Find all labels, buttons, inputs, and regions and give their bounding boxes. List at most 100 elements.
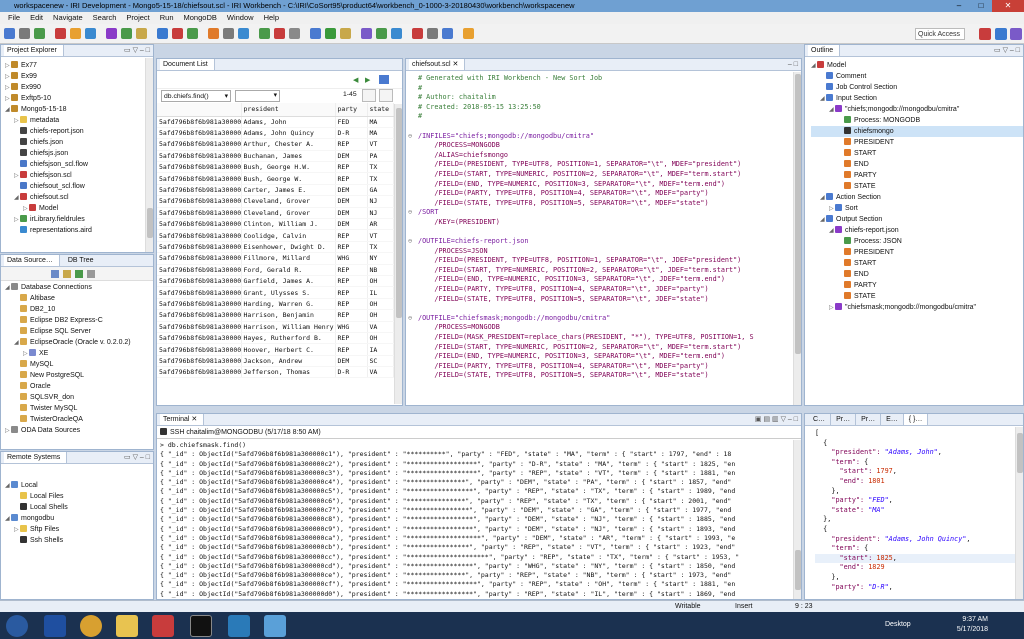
toolbar-button-icon[interactable]: [361, 28, 372, 39]
project-item[interactable]: ◢ Mongo5-15-18: [5, 104, 153, 115]
table-row[interactable]: 5afd796b8f6b981a3000011 Harding, Warren G…: [157, 298, 394, 311]
tab-data-source[interactable]: Data Source…: [4, 255, 60, 266]
outline-item[interactable]: PARTY: [811, 170, 1023, 181]
datasource-item[interactable]: Twister MySQL: [5, 403, 153, 414]
table-row[interactable]: 5afd796b8f6b981a3000014 Hayes, Rutherford…: [157, 332, 394, 345]
project-item[interactable]: ◢ chiefsout.scl: [5, 192, 153, 203]
datasource-item[interactable]: DB2_10: [5, 304, 153, 315]
toolbar-button-icon[interactable]: [106, 28, 117, 39]
table-row[interactable]: 5afd796b8f6b981a3000002 Adams, John Quinc…: [157, 127, 394, 140]
datasource-item[interactable]: MySQL: [5, 359, 153, 370]
chrome-icon[interactable]: [80, 615, 102, 637]
toolbar-button-icon[interactable]: [187, 28, 198, 39]
outline-item[interactable]: Process: MONGODB: [811, 115, 1023, 126]
table-row[interactable]: 5afd796b8f6b981a300000b Coolidge, Calvin R…: [157, 229, 394, 242]
tab-remote-systems[interactable]: Remote Systems: [4, 452, 68, 463]
project-item[interactable]: chiefsout_scl.flow: [5, 181, 153, 192]
outline-item[interactable]: ◢ chiefs-report.json: [811, 225, 1023, 236]
json-viewer[interactable]: [ { "president": "Adams, John", "term": …: [805, 426, 1023, 592]
outline-item[interactable]: ◢ Output Section: [811, 214, 1023, 225]
toolbar-button-icon[interactable]: [4, 28, 15, 39]
column-header-party[interactable]: party: [335, 103, 368, 117]
menu-search[interactable]: Search: [88, 12, 122, 24]
table-row[interactable]: 5afd796b8f6b981a300000e Ford, Gerald R. RE…: [157, 264, 394, 276]
start-button[interactable]: [6, 615, 28, 637]
toolbar-button-icon[interactable]: [136, 28, 147, 39]
view-controls[interactable]: ▭ ▽ – □: [994, 45, 1020, 56]
project-item[interactable]: ▷ Ex99: [5, 71, 153, 82]
prev-page-icon[interactable]: ◀: [353, 76, 358, 84]
table-row[interactable]: 5afd796b8f6b981a3000006 Bush, George W. RE…: [157, 172, 394, 185]
toolbar-button-icon[interactable]: [274, 28, 285, 39]
scrollbar[interactable]: [1015, 427, 1023, 599]
close-button[interactable]: ✕: [992, 0, 1024, 12]
toolbar-button-icon[interactable]: [340, 28, 351, 39]
toolbar-button-icon[interactable]: [85, 28, 96, 39]
outline-item[interactable]: START: [811, 258, 1023, 269]
outline-item[interactable]: END: [811, 269, 1023, 280]
menu-navigate[interactable]: Navigate: [48, 12, 88, 24]
toolbar-button-icon[interactable]: [427, 28, 438, 39]
next-page-icon[interactable]: ▶: [365, 76, 370, 84]
project-item[interactable]: representations.aird: [5, 225, 153, 236]
debug-perspective-icon[interactable]: [1010, 28, 1022, 40]
table-row[interactable]: 5afd796b8f6b981a300000f Garfield, James A…: [157, 275, 394, 288]
view-controls[interactable]: ▭ ▽ – □: [124, 45, 150, 56]
fold-icon[interactable]: ⊖: [408, 237, 418, 247]
tab-terminal[interactable]: Terminal ✕: [160, 414, 205, 425]
menu-window[interactable]: Window: [222, 12, 259, 24]
outline-item[interactable]: ▷ Sort: [811, 203, 1023, 214]
fold-icon[interactable]: ⊖: [408, 132, 418, 142]
toolbar-button-icon[interactable]: [70, 28, 81, 39]
outline-item[interactable]: Comment: [811, 71, 1023, 82]
column-header-id[interactable]: [157, 103, 242, 117]
tab-json-view-1[interactable]: Pr…: [831, 414, 857, 425]
desktop-toolbar[interactable]: Desktop: [885, 621, 911, 628]
terminal-session-tab[interactable]: SSH chaitalim@MONGODBU (5/17/18 8:50 AM): [157, 426, 801, 439]
menu-file[interactable]: File: [3, 12, 25, 24]
cmd-icon[interactable]: [190, 615, 212, 637]
table-row[interactable]: 5afd796b8f6b981a3000003 Arthur, Chester A…: [157, 138, 394, 151]
minimize-button[interactable]: –: [948, 0, 970, 12]
close-icon[interactable]: ✕: [452, 61, 458, 68]
datasource-item[interactable]: TwisterOracleQA: [5, 414, 153, 425]
table-row[interactable]: 5afd796b8f6b981a300000a Clinton, William …: [157, 218, 394, 231]
datasource-item[interactable]: ▷ XE: [5, 348, 153, 359]
table-row[interactable]: 5afd796b8f6b981a3000015 Hoover, Herbert C…: [157, 343, 394, 356]
toolbar-button-icon[interactable]: [34, 28, 45, 39]
scrollbar[interactable]: [145, 58, 153, 252]
toolbar-button-icon[interactable]: [172, 28, 183, 39]
snipping-tool-icon[interactable]: [264, 615, 286, 637]
table-row[interactable]: 5afd796b8f6b981a3000008 Cleveland, Grover…: [157, 195, 394, 208]
outline-item[interactable]: ◢ "chiefs;mongodb://mongodbu/cmitra": [811, 104, 1023, 115]
remote-item[interactable]: Ssh Shells: [5, 535, 153, 546]
new-connection-icon[interactable]: [75, 270, 83, 278]
remote-item[interactable]: ◢ Local: [5, 480, 153, 491]
link-icon[interactable]: [63, 270, 71, 278]
import-button[interactable]: [379, 89, 393, 102]
tab-chiefsout-scl[interactable]: chiefsout.scl ✕: [409, 59, 466, 70]
project-item[interactable]: ▷ chiefsjson.scl: [5, 170, 153, 181]
outline-item[interactable]: START: [811, 148, 1023, 159]
fold-icon[interactable]: ⊖: [408, 314, 418, 324]
fold-icon[interactable]: ⊖: [408, 208, 418, 218]
table-row[interactable]: 5afd796b8f6b981a3000016 Jackson, Andrew DE…: [157, 355, 394, 368]
perspective-icon[interactable]: [979, 28, 991, 40]
toolbar-button-icon[interactable]: [223, 28, 234, 39]
datasource-item[interactable]: ◢ Database Connections: [5, 282, 153, 293]
datasource-item[interactable]: Eclipse DB2 Express-C: [5, 315, 153, 326]
project-item[interactable]: chiefs.json: [5, 137, 153, 148]
project-item[interactable]: ▷ Ex990: [5, 82, 153, 93]
workbench-icon[interactable]: [228, 615, 250, 637]
column-header-state[interactable]: state: [367, 103, 394, 117]
toolbar-button-icon[interactable]: [463, 28, 474, 39]
scrollbar[interactable]: [793, 440, 801, 599]
toolbar-button-icon[interactable]: [19, 28, 30, 39]
clock[interactable]: 9:37 AM 5/17/2018: [957, 615, 988, 635]
column-header-president[interactable]: president: [241, 103, 336, 117]
menu-mongodb[interactable]: MongoDB: [179, 12, 222, 24]
terminal-output[interactable]: > db.chiefsmask.find(){ "_id" : ObjectId…: [157, 439, 801, 599]
datasource-item[interactable]: New PostgreSQL: [5, 370, 153, 381]
outline-item[interactable]: Job Control Section: [811, 82, 1023, 93]
scrollbar[interactable]: [394, 104, 402, 404]
